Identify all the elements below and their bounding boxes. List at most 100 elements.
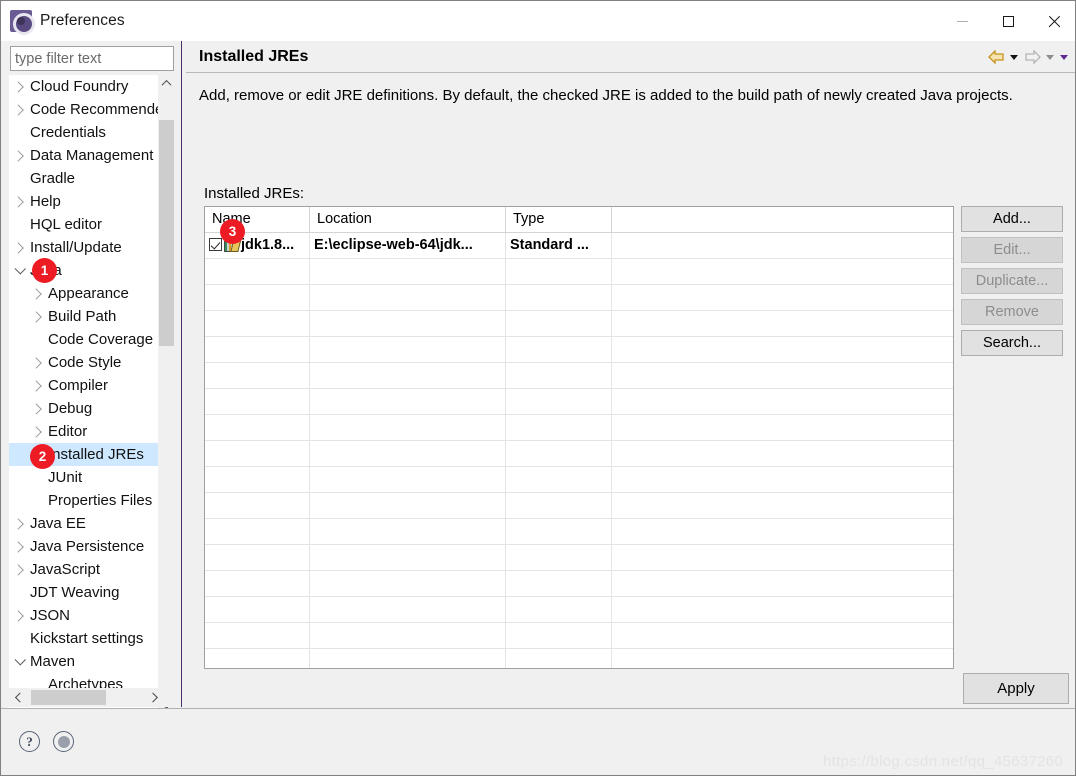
- column-header-location[interactable]: Location: [310, 207, 506, 232]
- chevron-right-icon[interactable]: [31, 428, 47, 436]
- back-dropdown-button[interactable]: [1007, 46, 1021, 68]
- sidebar-item-label: Code Recommenders: [30, 101, 159, 118]
- sidebar-item-java-persistence[interactable]: Java Persistence: [9, 535, 159, 558]
- maximize-button[interactable]: [985, 1, 1031, 41]
- sidebar-item-maven[interactable]: Maven: [9, 650, 159, 673]
- empty-cell: [506, 415, 612, 440]
- sidebar-item-editor[interactable]: Editor: [9, 420, 159, 443]
- chevron-right-icon[interactable]: [31, 405, 47, 413]
- sidebar-item-java-ee[interactable]: Java EE: [9, 512, 159, 535]
- sidebar-item-javascript[interactable]: JavaScript: [9, 558, 159, 581]
- sidebar-item-install-update[interactable]: Install/Update: [9, 236, 159, 259]
- jre-table-empty-row: [205, 337, 953, 363]
- status-dot-icon[interactable]: [53, 731, 74, 752]
- sidebar-item-build-path[interactable]: Build Path: [9, 305, 159, 328]
- sidebar-item-data-management[interactable]: Data Management: [9, 144, 159, 167]
- scroll-left-button[interactable]: [9, 688, 28, 707]
- sidebar-item-label: Java Persistence: [30, 538, 145, 555]
- tree-vscroll-thumb[interactable]: [159, 120, 174, 346]
- sidebar-item-credentials[interactable]: Credentials: [9, 121, 159, 144]
- apply-button[interactable]: Apply: [963, 673, 1069, 704]
- add-button[interactable]: Add...: [961, 206, 1063, 232]
- chevron-right-icon[interactable]: [13, 520, 29, 528]
- sidebar-item-debug[interactable]: Debug: [9, 397, 159, 420]
- sidebar-item-label: Credentials: [30, 124, 106, 141]
- minimize-button[interactable]: [939, 1, 985, 41]
- back-button[interactable]: [985, 46, 1007, 68]
- chevron-right-icon[interactable]: [13, 83, 29, 91]
- jre-table-body[interactable]: jdk1.8... E:\eclipse-web-64\jdk... Standar…: [205, 233, 953, 668]
- sidebar-item-cloud-foundry[interactable]: Cloud Foundry: [9, 75, 159, 98]
- sidebar-item-label: Java EE: [30, 515, 86, 532]
- sidebar-item-appearance[interactable]: Appearance: [9, 282, 159, 305]
- jre-table-empty-row: [205, 389, 953, 415]
- filter-input[interactable]: [10, 46, 174, 71]
- chevron-down-icon[interactable]: [13, 267, 29, 275]
- back-arrow-icon: [987, 50, 1004, 64]
- page-description: Add, remove or edit JRE definitions. By …: [199, 87, 1013, 104]
- empty-cell: [205, 337, 310, 362]
- jre-table[interactable]: NameLocationType jdk1.8... E:\eclipse-web…: [204, 206, 954, 669]
- sidebar-item-help[interactable]: Help: [9, 190, 159, 213]
- sidebar-item-label: Debug: [48, 400, 93, 417]
- chevron-right-icon[interactable]: [31, 382, 47, 390]
- sidebar-item-properties-files[interactable]: Properties Files: [9, 489, 159, 512]
- title-bar: Preferences: [1, 1, 1075, 41]
- chevron-right-icon[interactable]: [13, 152, 29, 160]
- search-button[interactable]: Search...: [961, 330, 1063, 356]
- maximize-icon: [1002, 15, 1014, 27]
- empty-cell: [506, 285, 612, 310]
- chevron-right-icon[interactable]: [31, 359, 47, 367]
- page-menu-button[interactable]: [1057, 46, 1071, 68]
- chevron-down-icon[interactable]: [13, 658, 29, 666]
- close-button[interactable]: [1031, 1, 1075, 41]
- help-icon[interactable]: ?: [19, 731, 40, 752]
- column-header-extra[interactable]: [612, 207, 953, 232]
- jre-checkbox[interactable]: [209, 238, 222, 251]
- tree-horizontal-scrollbar[interactable]: [9, 688, 175, 707]
- chevron-right-icon[interactable]: [31, 290, 47, 298]
- annotation-badge-1: 1: [32, 258, 57, 283]
- preferences-tree[interactable]: Cloud Foundry Code Recommenders Credential…: [9, 75, 159, 726]
- sidebar-item-code-coverage[interactable]: Code Coverage: [9, 328, 159, 351]
- annotation-badge-3: 3: [220, 219, 245, 244]
- chevron-right-icon[interactable]: [13, 612, 29, 620]
- sidebar-item-compiler[interactable]: Compiler: [9, 374, 159, 397]
- jre-table-row[interactable]: jdk1.8... E:\eclipse-web-64\jdk... Standar…: [205, 233, 953, 259]
- sidebar-item-junit[interactable]: JUnit: [9, 466, 159, 489]
- empty-cell: [205, 389, 310, 414]
- sidebar-item-gradle[interactable]: Gradle: [9, 167, 159, 190]
- column-header-type[interactable]: Type: [506, 207, 612, 232]
- chevron-right-icon[interactable]: [13, 198, 29, 206]
- tree-hscroll-thumb[interactable]: [31, 690, 106, 705]
- empty-cell: [205, 649, 310, 668]
- empty-cell: [612, 311, 953, 336]
- scroll-right-button[interactable]: [142, 688, 161, 707]
- edit-button: Edit...: [961, 237, 1063, 263]
- sidebar-item-code-recommenders[interactable]: Code Recommenders: [9, 98, 159, 121]
- chevron-right-icon[interactable]: [13, 106, 29, 114]
- sidebar-item-kickstart-settings[interactable]: Kickstart settings: [9, 627, 159, 650]
- sidebar-item-hql-editor[interactable]: HQL editor: [9, 213, 159, 236]
- duplicate-button: Duplicate...: [961, 268, 1063, 294]
- chevron-right-icon[interactable]: [31, 313, 47, 321]
- panel-divider: [181, 41, 182, 707]
- chevron-right-icon[interactable]: [13, 566, 29, 574]
- tree-vertical-scrollbar[interactable]: [158, 75, 175, 711]
- preferences-sidebar: Cloud Foundry Code Recommenders Credential…: [1, 41, 185, 727]
- scroll-up-button[interactable]: [158, 75, 175, 92]
- forward-button[interactable]: [1021, 46, 1043, 68]
- empty-cell: [310, 415, 506, 440]
- chevron-right-icon[interactable]: [13, 244, 29, 252]
- empty-cell: [612, 337, 953, 362]
- sidebar-item-code-style[interactable]: Code Style: [9, 351, 159, 374]
- chevron-left-icon: [14, 692, 25, 703]
- empty-cell: [205, 467, 310, 492]
- sidebar-item-jdt-weaving[interactable]: JDT Weaving: [9, 581, 159, 604]
- forward-dropdown-button[interactable]: [1043, 46, 1057, 68]
- chevron-right-icon[interactable]: [13, 543, 29, 551]
- sidebar-item-json[interactable]: JSON: [9, 604, 159, 627]
- sidebar-item-label: Install/Update: [30, 239, 122, 256]
- installed-jres-label: Installed JREs:: [204, 185, 305, 202]
- empty-cell: [506, 389, 612, 414]
